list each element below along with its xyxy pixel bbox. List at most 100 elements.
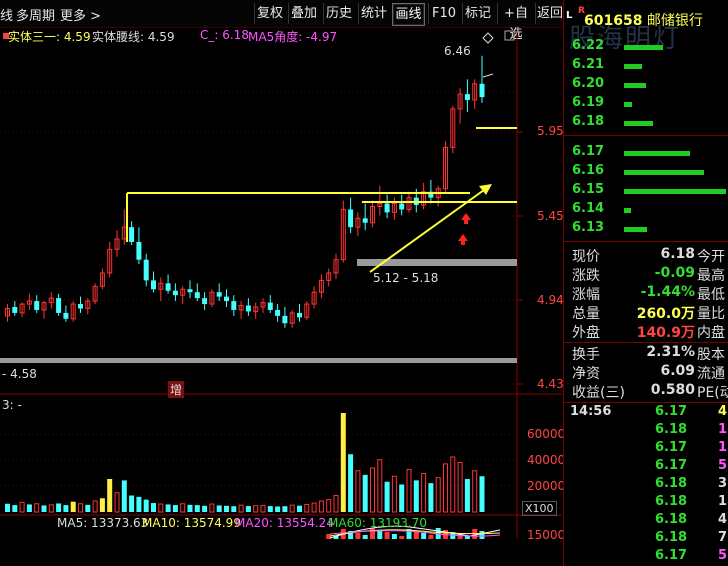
buy-price: 6.14: [572, 201, 605, 216]
volume-bar: [443, 463, 448, 513]
volume-bar: [245, 506, 251, 512]
buy-level[interactable]: 6.13: [572, 220, 728, 239]
volume-bar: [238, 504, 244, 513]
volume-bar: [318, 500, 324, 513]
sell-price: 6.18: [572, 114, 605, 129]
buy-price: 6.15: [572, 182, 605, 197]
volume-tick: 20000: [527, 479, 566, 493]
volume-bar: [19, 501, 25, 513]
candle-body: [202, 298, 208, 305]
stat-label-right: 最高: [697, 268, 725, 284]
volume-bar: [304, 503, 310, 513]
volume-bar: [114, 492, 120, 513]
back-button[interactable]: 返回: [535, 3, 564, 24]
trade-price: 6.18: [655, 494, 688, 509]
trade-row[interactable]: 6.18 1: [570, 422, 728, 440]
sell-level[interactable]: 6.19: [572, 95, 728, 114]
overlay-button[interactable]: 叠加: [288, 3, 319, 24]
trade-row[interactable]: 6.18 4: [570, 512, 728, 530]
stat-label: 现价: [572, 249, 600, 265]
trade-row[interactable]: 14:56 6.17 4: [570, 404, 728, 422]
trade-row[interactable]: 6.17 5: [570, 458, 728, 476]
volume-bar: [136, 496, 142, 512]
volume-bar: [202, 505, 208, 512]
volume-bar: [267, 506, 273, 512]
buy-volume-bar: [624, 208, 631, 213]
volume-bar: [187, 504, 193, 512]
fuquan-button[interactable]: 复权: [254, 3, 285, 24]
volume-bar: [143, 499, 149, 512]
buy-level[interactable]: 6.17: [572, 144, 728, 163]
left-level-label: - 4.58: [2, 367, 37, 381]
add-watchlist-button[interactable]: +自选: [497, 3, 534, 42]
buy-level[interactable]: 6.15: [572, 182, 728, 201]
volume-tick: 40000: [527, 453, 566, 467]
volume-bar: [172, 505, 178, 512]
sell-level[interactable]: 6.18: [572, 114, 728, 133]
trade-volume: 1: [718, 422, 728, 437]
candle-body: [245, 305, 251, 312]
kline-svg[interactable]: [0, 27, 562, 539]
f10-button[interactable]: F10: [428, 3, 459, 24]
price-tick: 4.43: [537, 377, 564, 391]
trade-row[interactable]: 6.18 1: [570, 494, 728, 512]
candle-body: [362, 218, 368, 223]
volume-bar: [435, 477, 441, 513]
volume-bar: [121, 480, 127, 512]
drawing-button[interactable]: 画线: [392, 3, 425, 26]
volume-bar: [12, 505, 18, 512]
sell-level[interactable]: 6.22: [572, 38, 728, 57]
statistics-button[interactable]: 统计: [358, 3, 389, 24]
volume-bar: [340, 413, 346, 512]
history-button[interactable]: 历史: [323, 3, 354, 24]
volume-bar: [413, 480, 419, 512]
volume-unit: X100: [522, 501, 557, 516]
zeng-tag[interactable]: 增: [168, 381, 185, 398]
volume-bar: [253, 505, 259, 513]
volume-bar: [26, 504, 32, 512]
sell-level[interactable]: 6.21: [572, 57, 728, 76]
stat-value: -1.44%: [640, 284, 695, 300]
volume-bar: [377, 459, 383, 513]
trade-price: 6.18: [655, 530, 688, 545]
trade-volume: 3: [718, 476, 728, 491]
period-menu[interactable]: 多周期: [16, 5, 55, 24]
stat-label: 换手: [572, 347, 600, 363]
volume-bar: [209, 503, 215, 513]
corner-l: L: [566, 10, 573, 21]
volume-bar: [99, 498, 105, 512]
stat-label-right: 最低: [697, 287, 725, 303]
stock-title[interactable]: 601658 邮储银行: [584, 10, 703, 30]
signal-arrow: [458, 234, 468, 241]
candle-body: [479, 83, 485, 98]
sub-bar: [428, 535, 434, 539]
stat-label: 收益(三): [572, 385, 625, 401]
stock-name: 邮储银行: [646, 13, 703, 29]
trade-row[interactable]: 6.17 5: [570, 548, 728, 566]
volume-bar: [297, 505, 302, 512]
mark-button[interactable]: 标记: [462, 3, 493, 24]
kline-chart-area[interactable]: ▪ 实体三一: 4.59 实体腰线: 4.59 C_: 6.18 MA5角度: …: [0, 27, 566, 542]
volume-bar: [48, 504, 54, 513]
buy-level[interactable]: 6.16: [572, 163, 728, 182]
candle-body: [464, 94, 470, 101]
trade-row[interactable]: 6.17 15: [570, 440, 728, 458]
sell-level[interactable]: 6.20: [572, 76, 728, 95]
buy-level[interactable]: 6.14: [572, 201, 728, 220]
volume-bar: [384, 481, 390, 512]
sub-bar: [421, 533, 427, 539]
stat-value: 0.580: [650, 382, 695, 398]
volume-bar: [370, 467, 375, 513]
volume-bar: [479, 476, 485, 512]
stat-label-right: 流通: [697, 366, 725, 382]
trade-row[interactable]: 6.18 7: [570, 530, 728, 548]
trade-row[interactable]: 6.18 3: [570, 476, 728, 494]
ma-solid-waist: 实体腰线: 4.59: [92, 30, 175, 44]
sub-bar: [384, 532, 390, 539]
trade-price: 6.17: [655, 548, 688, 563]
volume-bar: [260, 504, 266, 513]
sell-volume-bar: [624, 45, 663, 50]
volume-bar: [78, 503, 83, 513]
more-menu[interactable]: 更多 >: [60, 5, 101, 24]
volume-bar: [165, 504, 171, 512]
